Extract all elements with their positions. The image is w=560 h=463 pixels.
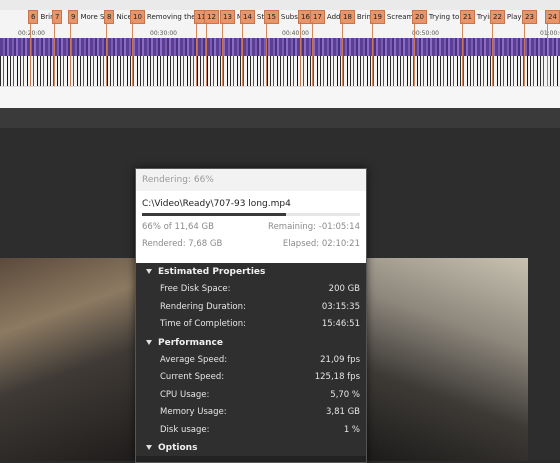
- marker-line: [54, 22, 55, 86]
- performance-value: 125,18 fps: [314, 372, 360, 382]
- marker-line: [242, 22, 243, 86]
- marker-line: [414, 22, 415, 86]
- marker-line: [300, 22, 301, 86]
- marker-label: Brin: [356, 13, 371, 21]
- marker-line: [196, 22, 197, 86]
- performance-label: Disk usage:: [160, 424, 210, 435]
- options-header[interactable]: Options: [136, 439, 366, 457]
- property-label: Free Disk Space:: [160, 284, 231, 294]
- dialog-title: Rendering: 66%: [136, 169, 366, 191]
- percent-of-size: 66% of 11,64 GB: [142, 222, 214, 232]
- performance-label: CPU Usage:: [160, 389, 210, 400]
- property-row: Free Disk Space: 200 GB: [136, 281, 366, 299]
- marker-line: [524, 22, 525, 86]
- property-label: Rendering Duration:: [160, 301, 246, 312]
- marker-line: [132, 22, 133, 86]
- timeline[interactable]: 6 Brin 7 9 More S 8 Nice 10 Removing the n 11 12 13…: [0, 0, 560, 108]
- audio-track[interactable]: [0, 56, 560, 86]
- marker-line: [206, 22, 207, 86]
- remaining-time: Remaining: -01:05:14: [268, 222, 360, 232]
- marker-line: [372, 22, 373, 86]
- performance-header[interactable]: Performance: [136, 334, 366, 352]
- performance-row: Average Speed: 21,09 fps: [136, 352, 366, 370]
- marker-label: More S: [80, 13, 105, 21]
- ruler-tick-label: 00:30:00: [150, 30, 177, 37]
- video-track[interactable]: [0, 38, 560, 56]
- dialog-bottom-edge: [136, 456, 366, 462]
- collapse-caret-icon: [146, 269, 152, 274]
- performance-value: 1 %: [343, 424, 360, 435]
- ruler-tick-label: 01:00:00: [540, 30, 560, 37]
- performance-row: Disk usage: 1 %: [136, 422, 366, 440]
- timeline-marker[interactable]: 10 Removing the n: [130, 10, 202, 24]
- collapse-caret-icon: [146, 339, 152, 345]
- options-heading: Options: [158, 443, 198, 453]
- marker-line: [30, 22, 31, 86]
- marker-line: [266, 22, 267, 86]
- render-status: C:\Video\Ready\707-93 long.mp4 66% of 11…: [136, 191, 366, 263]
- performance-row: Memory Usage: 3,81 GB: [136, 404, 366, 422]
- marker-line: [462, 22, 463, 86]
- timeline-scroll-area[interactable]: [0, 86, 560, 108]
- video-preview-right: [363, 258, 528, 461]
- rendered-size: Rendered: 7,68 GB: [142, 239, 223, 249]
- elapsed-time: Elapsed: 02:10:21: [282, 239, 360, 249]
- render-progress-fill: [142, 213, 286, 216]
- output-file-path: C:\Video\Ready\707-93 long.mp4: [142, 199, 291, 209]
- performance-label: Current Speed:: [160, 372, 225, 382]
- performance-value: 21,09 fps: [320, 354, 360, 365]
- performance-row: CPU Usage: 5,70 %: [136, 387, 366, 405]
- marker-line: [70, 22, 71, 86]
- marker-line: [222, 22, 223, 86]
- marker-line: [547, 22, 548, 86]
- performance-label: Average Speed:: [160, 354, 228, 365]
- video-preview-left: [0, 258, 138, 461]
- options-section: Options: [136, 439, 366, 457]
- property-row: Rendering Duration: 03:15:35: [136, 299, 366, 317]
- performance-value: 3,81 GB: [325, 407, 360, 417]
- property-label: Time of Completion:: [160, 319, 246, 329]
- estimated-properties-header[interactable]: Estimated Properties: [136, 263, 366, 281]
- marker-row: 6 Brin 7 9 More S 8 Nice 10 Removing the n 11 12 13…: [0, 10, 560, 26]
- performance-value: 5,70 %: [330, 389, 360, 400]
- marker-line: [492, 22, 493, 86]
- timeline-marker[interactable]: 8 Nice: [104, 10, 132, 24]
- marker-line: [312, 22, 313, 86]
- ruler-tick-label: 00:40:00: [282, 30, 309, 37]
- render-progress-bar: [142, 213, 360, 216]
- property-value: 15:46:51: [321, 319, 360, 329]
- ruler-tick-label: 00:50:00: [412, 30, 439, 37]
- performance-section: Performance Average Speed: 21,09 fps Curr…: [136, 333, 366, 440]
- timeline-marker[interactable]: 9 More S: [68, 10, 105, 24]
- render-progress-dialog: Rendering: 66% C:\Video\Ready\707-93 lon…: [135, 168, 367, 463]
- timeline-marker[interactable]: 15 Subse: [264, 10, 302, 24]
- performance-row: Current Speed: 125,18 fps: [136, 369, 366, 387]
- property-row: Time of Completion: 15:46:51: [136, 316, 366, 334]
- estimated-properties-heading: Estimated Properties: [158, 267, 266, 277]
- timeline-marker[interactable]: 6 Brin: [28, 10, 55, 24]
- ruler-tick-label: 00:20:00: [18, 30, 45, 37]
- marker-label: Playi: [506, 13, 524, 21]
- performance-label: Memory Usage:: [160, 407, 227, 417]
- timeline-marker[interactable]: 20 Trying to a: [412, 10, 466, 24]
- property-value: 03:15:35: [321, 301, 360, 312]
- marker-line: [342, 22, 343, 86]
- timeline-marker[interactable]: 22 Playi: [490, 10, 523, 24]
- toolbar-strip: [0, 108, 560, 128]
- property-value: 200 GB: [328, 284, 360, 294]
- marker-line: [106, 22, 107, 86]
- timeline-header: [0, 0, 560, 10]
- time-ruler: 00:20:00 00:30:00 00:40:00 00:50:00 01:00:00: [0, 26, 560, 38]
- estimated-properties-section: Estimated Properties Free Disk Space: 200…: [136, 263, 366, 334]
- performance-heading: Performance: [158, 337, 223, 348]
- collapse-caret-icon: [146, 445, 152, 450]
- timeline-marker[interactable]: 18 Brin: [340, 10, 371, 24]
